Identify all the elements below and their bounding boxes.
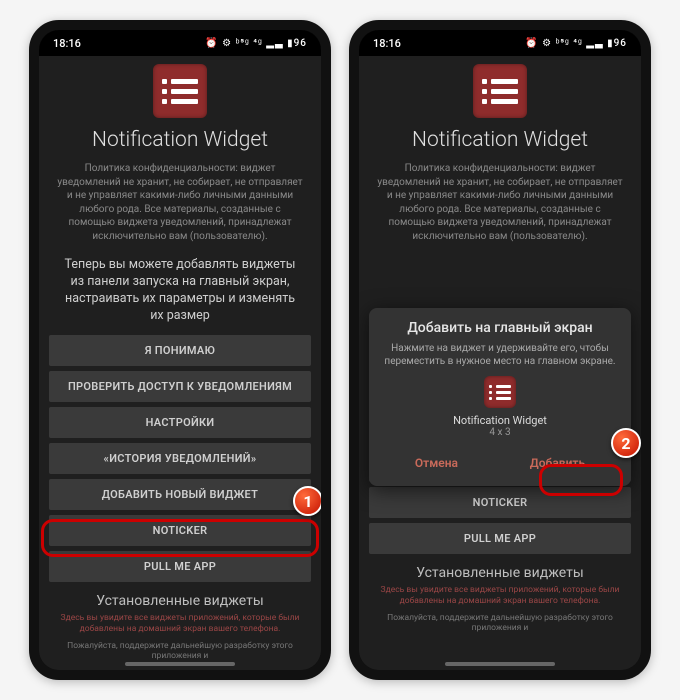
status-time: 18:16 bbox=[373, 37, 401, 50]
step-marker-2: 2 bbox=[611, 428, 641, 458]
installed-title: Установленные виджеты bbox=[416, 565, 583, 581]
home-indicator[interactable] bbox=[125, 662, 235, 666]
history-button[interactable]: «ИСТОРИЯ УВЕДОМЛЕНИЙ» bbox=[49, 443, 311, 474]
cancel-button[interactable]: Отмена bbox=[403, 450, 470, 476]
noticker-button[interactable]: NOTICKER bbox=[49, 515, 311, 546]
pullme-button[interactable]: PULL ME APP bbox=[49, 551, 311, 582]
privacy-text: Политика конфиденциальности: виджет увед… bbox=[369, 162, 631, 253]
installed-title: Установленные виджеты bbox=[96, 593, 263, 609]
phone-left: 18:16 ⏰ ⚙ ᵇ⁵ᵍ ⁴ᵍ ▂▃ ▮96 Notification Wid… bbox=[29, 20, 331, 680]
step-marker-1: 1 bbox=[293, 486, 321, 516]
confirm-add-button[interactable]: Добавить bbox=[518, 450, 597, 476]
status-icons: ⏰ ⚙ ᵇ⁵ᵍ ⁴ᵍ ▂▃ ▮96 bbox=[525, 38, 627, 49]
installed-hint: Здесь вы увидите все виджеты приложений,… bbox=[369, 585, 631, 611]
widget-name: Notification Widget bbox=[379, 414, 621, 427]
home-indicator[interactable] bbox=[445, 662, 555, 666]
bottom-note: Пожалуйста, поддержите дальнейшую разраб… bbox=[49, 639, 311, 661]
screen-content: Notification Widget Политика конфиденциа… bbox=[359, 56, 641, 670]
check-access-button[interactable]: ПРОВЕРИТЬ ДОСТУП К УВЕДОМЛЕНИЯМ bbox=[49, 371, 311, 402]
app-title: Notification Widget bbox=[412, 128, 588, 152]
phone-right: 18:16 ⏰ ⚙ ᵇ⁵ᵍ ⁴ᵍ ▂▃ ▮96 Notification Wid… bbox=[349, 20, 651, 680]
ok-button[interactable]: Я ПОНИМАЮ bbox=[49, 335, 311, 366]
installed-hint: Здесь вы увидите все виджеты приложений,… bbox=[49, 613, 311, 639]
widget-preview-icon[interactable] bbox=[484, 376, 516, 408]
settings-button[interactable]: НАСТРОЙКИ bbox=[49, 407, 311, 438]
screen-content: Notification Widget Политика конфиденциа… bbox=[39, 56, 321, 670]
noticker-button[interactable]: NOTICKER bbox=[369, 487, 631, 518]
app-icon bbox=[153, 64, 207, 118]
status-icons: ⏰ ⚙ ᵇ⁵ᵍ ⁴ᵍ ▂▃ ▮96 bbox=[205, 38, 307, 49]
add-widget-button[interactable]: ДОБАВИТЬ НОВЫЙ ВИДЖЕТ bbox=[49, 479, 311, 510]
privacy-text: Политика конфиденциальности: виджет увед… bbox=[49, 162, 311, 253]
app-title: Notification Widget bbox=[92, 128, 268, 152]
status-bar: 18:16 ⏰ ⚙ ᵇ⁵ᵍ ⁴ᵍ ▂▃ ▮96 bbox=[39, 30, 321, 56]
pullme-button[interactable]: PULL ME APP bbox=[369, 523, 631, 554]
tip-text: Теперь вы можете добавлять виджеты из па… bbox=[49, 253, 311, 335]
bottom-note: Пожалуйста, поддержите дальнейшую разраб… bbox=[369, 611, 631, 633]
dialog-title: Добавить на главный экран bbox=[379, 320, 621, 336]
status-time: 18:16 bbox=[53, 37, 81, 50]
widget-size: 4 x 3 bbox=[379, 427, 621, 438]
app-icon bbox=[473, 64, 527, 118]
status-bar: 18:16 ⏰ ⚙ ᵇ⁵ᵍ ⁴ᵍ ▂▃ ▮96 bbox=[359, 30, 641, 56]
add-widget-dialog: Добавить на главный экран Нажмите на вид… bbox=[369, 308, 631, 486]
dialog-subtitle: Нажмите на виджет и удерживайте его, что… bbox=[379, 342, 621, 368]
